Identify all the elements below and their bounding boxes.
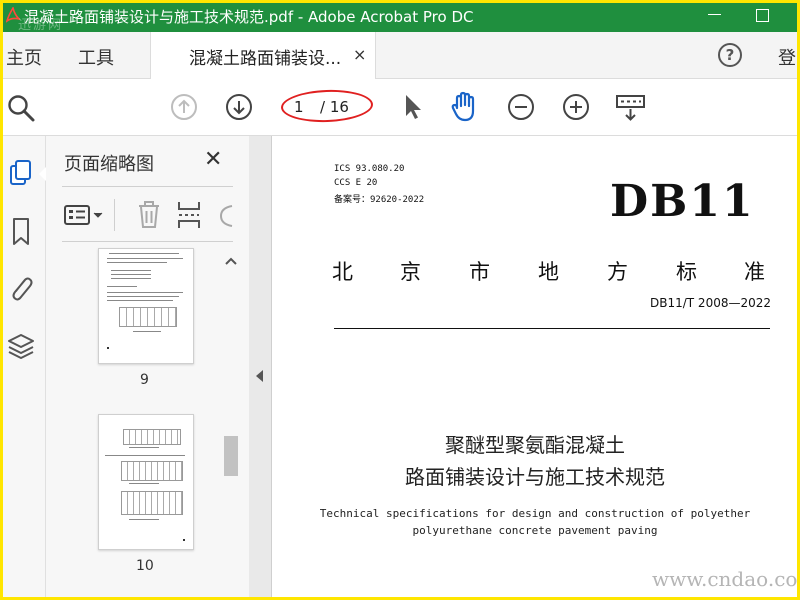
watermark: 迅游网: [18, 18, 64, 33]
title-bar: 混凝土路面铺装设计与施工技术规范.pdf - Adobe Acrobat Pro…: [0, 0, 800, 33]
thumbnail-page-label: 10: [136, 558, 154, 574]
document-tab-label: 混凝土路面铺装设...: [189, 49, 342, 69]
zoom-out-icon[interactable]: [507, 93, 535, 121]
panel-divider: [62, 186, 233, 187]
record-number: 备案号：92620-2022: [334, 195, 425, 205]
ics-code: ICS 93.080.20: [334, 164, 405, 174]
layers-icon[interactable]: [6, 330, 36, 362]
attachment-icon[interactable]: [6, 272, 36, 304]
insert-page-icon[interactable]: [176, 200, 202, 230]
page-thumbnails-icon[interactable]: [6, 158, 36, 188]
thumb-text-line: [111, 278, 151, 279]
english-title-line2: polyurethane concrete pavement paving: [412, 524, 658, 537]
thumb-text-line: [107, 292, 183, 293]
thumbnail-page-label: 9: [140, 372, 149, 388]
header-char: 准: [744, 260, 765, 284]
chinese-title-line1: 聚醚型聚氨酯混凝土: [445, 433, 625, 457]
document-tab[interactable]: 混凝土路面铺装设... ×: [150, 32, 376, 79]
previous-page-icon[interactable]: [170, 93, 198, 121]
delete-page-icon[interactable]: [136, 200, 162, 230]
keyboard-icon[interactable]: [615, 94, 647, 122]
menu-tools[interactable]: 工具: [78, 44, 114, 70]
site-watermark: www.cndao.com: [652, 567, 800, 591]
header-char: 标: [676, 260, 697, 284]
active-indicator: [39, 167, 46, 181]
thumb-text-line: [129, 483, 159, 484]
hand-tool-icon[interactable]: [450, 90, 482, 124]
help-icon[interactable]: ?: [718, 43, 742, 67]
sign-in-link[interactable]: 登: [778, 44, 796, 70]
maximize-button[interactable]: [756, 9, 769, 22]
navigation-rail: [3, 136, 46, 597]
window-title: 混凝土路面铺装设计与施工技术规范.pdf - Adobe Acrobat Pro…: [24, 8, 474, 26]
thumb-table: [119, 307, 177, 327]
thumb-table: [121, 491, 183, 515]
thumb-text-line: [107, 262, 167, 263]
header-rule: [334, 328, 770, 329]
thumb-dot: [183, 539, 185, 541]
standard-logo: DB11: [610, 176, 755, 227]
scroll-up-icon[interactable]: [225, 256, 237, 266]
thumb-text-line: [129, 447, 159, 448]
thumb-text-line: [105, 455, 185, 456]
menu-home[interactable]: 主页: [6, 44, 42, 70]
thumb-dot: [107, 347, 109, 349]
bookmark-icon[interactable]: [6, 216, 36, 248]
thumbnails-panel: 页面缩略图 ✕ 9 10: [46, 136, 250, 597]
page-thumbnail[interactable]: [98, 248, 194, 364]
page-thumbnail[interactable]: [98, 414, 194, 550]
thumb-text-line: [133, 331, 161, 332]
close-panel-icon[interactable]: ✕: [204, 147, 222, 172]
thumbnail-options-icon[interactable]: [64, 203, 106, 229]
thumb-text-line: [107, 296, 179, 297]
zoom-search-icon[interactable]: [6, 93, 38, 123]
header-char: 京: [400, 260, 421, 284]
toolbar: [0, 79, 800, 136]
thumb-table: [121, 461, 183, 481]
zoom-in-icon[interactable]: [562, 93, 590, 121]
header-char: 方: [607, 260, 628, 284]
thumb-text-line: [109, 253, 179, 254]
collapse-panel-icon[interactable]: [256, 370, 263, 382]
thumb-text-line: [107, 258, 183, 259]
thumb-table: [123, 429, 181, 445]
thumb-text-line: [129, 519, 159, 520]
standard-code: DB11/T 2008—2022: [650, 296, 772, 310]
thumb-text-line: [111, 270, 151, 271]
rotate-page-icon[interactable]: [218, 202, 233, 230]
thumbnails-scrollbar[interactable]: [222, 250, 240, 597]
ccs-code: CCS E 20: [334, 178, 378, 188]
minimize-button[interactable]: [708, 7, 722, 21]
header-char: 地: [538, 260, 559, 284]
thumb-text-line: [107, 300, 173, 301]
next-page-icon[interactable]: [225, 93, 253, 121]
close-tab-icon[interactable]: ×: [353, 45, 366, 64]
header-char: 北: [332, 260, 353, 284]
scroll-thumb[interactable]: [224, 436, 238, 476]
tab-bar: 主页 工具: [0, 32, 800, 79]
header-char: 市: [469, 260, 490, 284]
chinese-title-line2: 路面铺装设计与施工技术规范: [405, 465, 665, 489]
thumb-text-line: [111, 274, 151, 275]
thumb-text-line: [107, 286, 137, 287]
panel-splitter[interactable]: [249, 136, 271, 597]
tool-divider: [114, 199, 115, 231]
document-view: ICS 93.080.20 CCS E 20 备案号：92620-2022 DB…: [271, 136, 798, 597]
panel-toolbar: [62, 191, 233, 242]
english-title-line1: Technical specifications for design and …: [319, 507, 751, 520]
panel-title: 页面缩略图: [64, 154, 154, 175]
select-cursor-icon[interactable]: [402, 92, 424, 122]
